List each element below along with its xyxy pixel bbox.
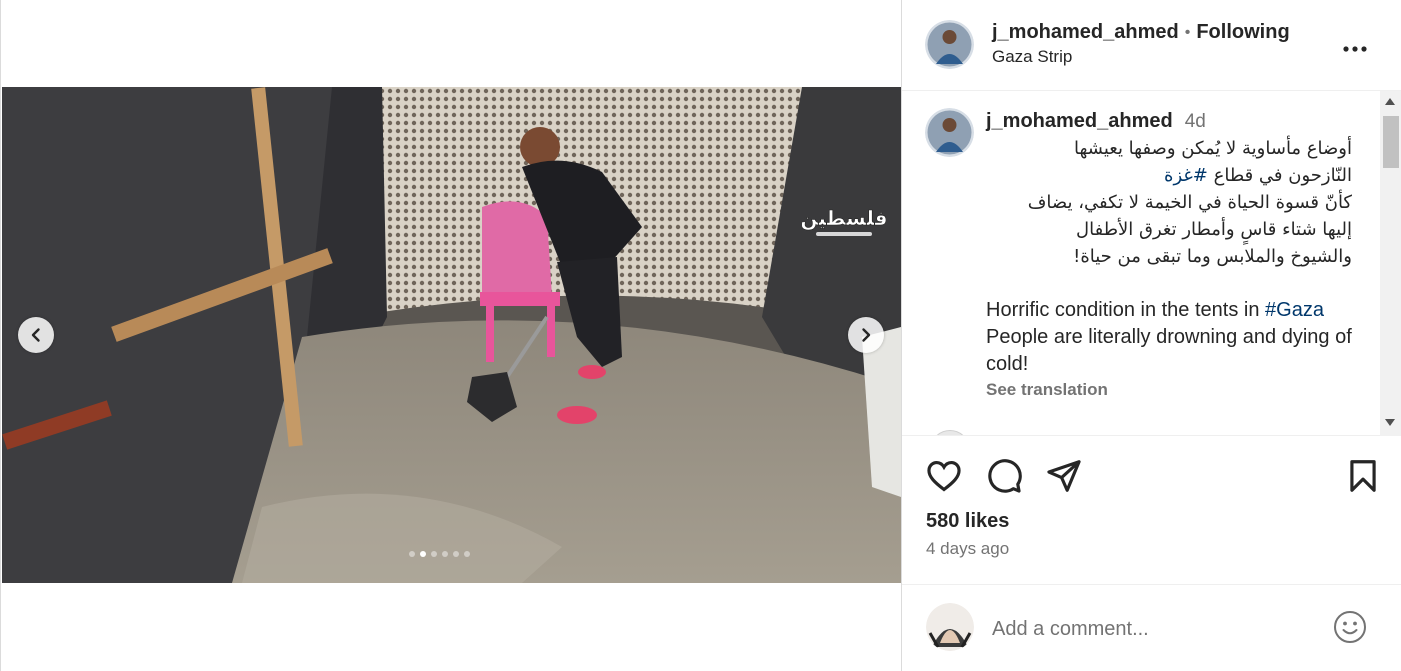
add-comment-bar <box>902 584 1401 671</box>
following-button[interactable]: Following <box>1196 21 1289 44</box>
caption-arabic-line: أوضاع مأساوية لا يُمكن وصفها يعيشها <box>1073 138 1352 159</box>
chevron-left-icon <box>31 328 40 342</box>
caption-english: Horrific condition in the tents in #Gaza… <box>986 297 1366 378</box>
comment-button[interactable] <box>985 457 1023 495</box>
hashtag-gaza[interactable]: #Gaza <box>1265 299 1324 321</box>
likes-count[interactable]: 580 likes <box>926 510 1009 533</box>
viewer-avatar <box>926 603 974 651</box>
carousel-dot <box>464 551 470 557</box>
post-header: j_mohamed_ahmed • Following Gaza Strip <box>902 0 1401 91</box>
caption-english-text-2: People are literally drowning and dying … <box>986 326 1352 375</box>
see-translation-link[interactable]: See translation <box>986 380 1381 400</box>
caption-arabic-text: النّازحون في قطاع <box>1213 165 1352 186</box>
post-location[interactable]: Gaza Strip <box>992 47 1072 67</box>
caption-username[interactable]: j_mohamed_ahmed <box>986 110 1173 133</box>
caption-header: j_mohamed_ahmed 4d <box>986 110 1381 133</box>
bookmark-icon <box>1350 460 1376 492</box>
post-actions: 580 likes 4 days ago <box>902 437 1401 607</box>
scroll-thumb[interactable] <box>1383 116 1399 168</box>
scroll-down-arrow-icon[interactable] <box>1385 419 1395 426</box>
scroll-up-arrow-icon[interactable] <box>1385 98 1395 105</box>
post-photo[interactable]: فلسطين <box>2 87 901 583</box>
carousel-dot <box>442 551 448 557</box>
separator-dot: • <box>1184 23 1191 41</box>
caption-arabic-line: والشيوخ والملابس وما تبقى من حياة! <box>1073 246 1352 267</box>
emoji-icon[interactable] <box>1333 610 1367 644</box>
carousel-next-button[interactable] <box>848 317 884 353</box>
carousel-dot <box>431 551 437 557</box>
carousel-dot <box>453 551 459 557</box>
author-avatar[interactable] <box>925 20 974 69</box>
comment-icon <box>988 459 1022 493</box>
caption-time[interactable]: 4d <box>1185 111 1206 133</box>
carousel-dot <box>420 551 426 557</box>
caption-english-text: Horrific condition in the tents in <box>986 299 1260 321</box>
post-side-panel: j_mohamed_ahmed • Following Gaza Strip j… <box>901 0 1401 671</box>
author-username[interactable]: j_mohamed_ahmed <box>992 21 1179 44</box>
carousel-indicator <box>409 551 470 557</box>
more-options-icon[interactable] <box>1343 40 1367 52</box>
watermark-logo: فلسطين <box>802 199 886 243</box>
comments-scrollbar[interactable] <box>1380 91 1401 436</box>
send-icon <box>1047 460 1081 492</box>
caption-arabic: أوضاع مأساوية لا يُمكن وصفها يعيشها النّ… <box>986 135 1352 270</box>
chevron-right-icon <box>862 328 871 342</box>
carousel-prev-button[interactable] <box>18 317 54 353</box>
heart-icon <box>927 460 961 492</box>
comment-input[interactable] <box>992 613 1312 645</box>
caption-arabic-line: إليها شتاء قاسٍ وأمطار تغرق الأطفال <box>1076 219 1352 240</box>
post-date[interactable]: 4 days ago <box>926 539 1009 559</box>
caption-arabic-line: النّازحون في قطاع #غزة <box>986 162 1352 189</box>
comment-avatar[interactable] <box>930 430 970 435</box>
media-pane: فلسطين <box>0 0 901 671</box>
author-line: j_mohamed_ahmed • Following <box>992 21 1290 44</box>
comments-section: j_mohamed_ahmed 4d أوضاع مأساوية لا يُمك… <box>902 91 1401 436</box>
like-button[interactable] <box>925 457 963 495</box>
post-caption: j_mohamed_ahmed 4d أوضاع مأساوية لا يُمك… <box>986 110 1381 400</box>
caption-avatar[interactable] <box>925 108 974 157</box>
photo-illustration <box>2 87 901 583</box>
hashtag-gaza-ar[interactable]: #غزة <box>1164 165 1208 186</box>
save-button[interactable] <box>1344 457 1382 495</box>
carousel-dot <box>409 551 415 557</box>
watermark-text: فلسطين <box>802 206 886 230</box>
share-button[interactable] <box>1045 457 1083 495</box>
caption-arabic-line: كأنّ قسوة الحياة في الخيمة لا تكفي، يضاف <box>1027 192 1352 213</box>
